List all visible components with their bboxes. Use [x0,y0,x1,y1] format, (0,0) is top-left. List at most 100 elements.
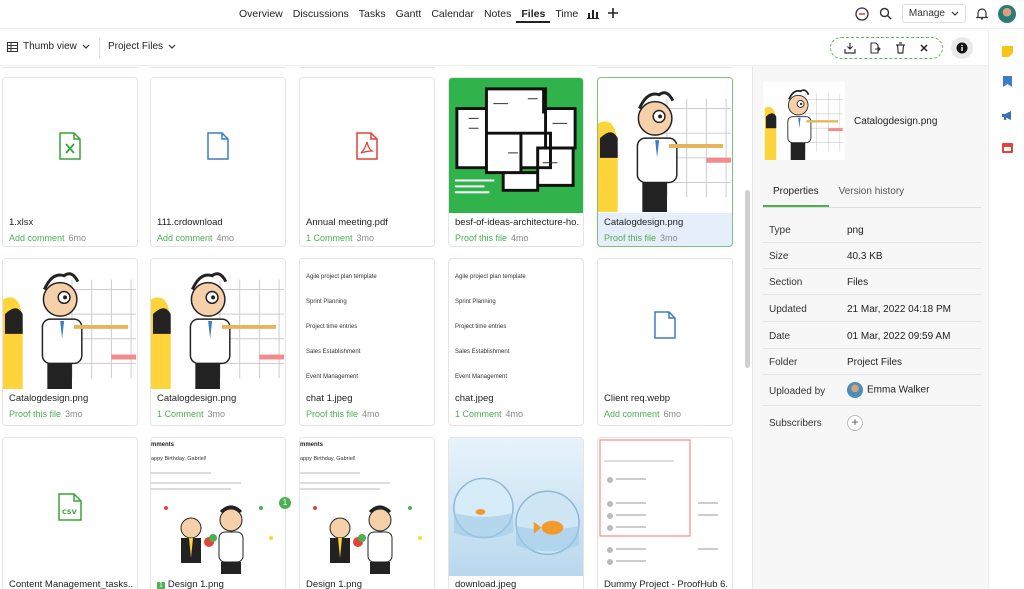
fishbowl-thumbnail [449,438,583,576]
file-action-link[interactable]: Proof this file [604,233,656,243]
file-icon [654,310,676,339]
manage-label: Manage [908,8,945,19]
file-action-link[interactable]: Proof this file [455,233,507,243]
file-action-link[interactable]: Proof this file [9,409,61,419]
property-key: Updated [769,304,807,315]
file-action-link[interactable]: 1 Comment [157,409,204,419]
download-icon[interactable] [844,42,856,54]
file-name: 1.xlsx [9,217,34,228]
tab-discussions[interactable]: Discussions [288,7,354,23]
chat-preview-item: Sprint Planning [306,299,347,305]
file-card[interactable]: Annual meeting.pdf 1 Comment 3mo [299,77,435,247]
file-name: Design 1.png [306,579,362,589]
file-card[interactable]: mments appy Birthday, Gabriel! 1 Design 1… [150,437,286,589]
tab-gantt[interactable]: Gantt [391,7,427,23]
uploader-name[interactable]: Emma Walker [867,385,929,396]
file-action-link[interactable]: Add comment [9,233,65,243]
tab-files[interactable]: Files [516,7,551,23]
bookmark-icon[interactable] [1002,76,1013,87]
file-card[interactable]: Agile project plan template Sprint Plann… [299,258,435,426]
chat-thumbnail: Agile project plan template Sprint Plann… [300,259,434,390]
file-card[interactable]: 111.crdownload Add comment 4mo [150,77,286,247]
file-card[interactable]: download.jpeg [448,437,584,589]
chat-preview-list: Agile project plan template Sprint Plann… [455,265,526,390]
file-age: 4mo [216,233,235,243]
property-value: png [847,225,864,236]
view-selector[interactable]: Thumb view [7,41,90,52]
add-tab-icon[interactable] [607,7,619,19]
file-grid: 1.xlsx Add comment 6mo 111.crdownload Add… [0,66,752,589]
user-avatar[interactable] [998,4,1016,23]
add-subscriber-button[interactable]: + [847,415,863,431]
calendar-icon[interactable] [1002,142,1013,153]
folder-selector[interactable]: Project Files [108,41,176,52]
tab-overview[interactable]: Overview [234,7,288,23]
file-action-link[interactable]: 1 Comment [455,409,502,419]
previous-row-edge [150,66,286,68]
note-icon[interactable] [1002,46,1013,57]
project-tabs: Overview Discussions Tasks Gantt Calenda… [234,7,623,23]
file-card[interactable]: Dummy Project - ProofHub 6... [597,437,733,589]
announcement-icon[interactable] [1002,110,1013,121]
tab-properties[interactable]: Properties [763,182,829,207]
property-key: Section [769,277,803,288]
file-action-link[interactable]: Proof this file [306,409,358,419]
file-action-link[interactable]: Add comment [157,233,213,243]
file-card[interactable]: Client req.webp Add comment 6mo [597,258,733,426]
property-value[interactable]: Project Files [847,357,902,368]
file-name: 111.crdownload [157,217,223,228]
tab-notes[interactable]: Notes [479,7,516,23]
chat-preview-item: Event Management [306,374,359,380]
tab-version-history[interactable]: Version history [829,182,915,207]
panel-tabs: Properties Version history [763,182,981,208]
grid-scrollbar[interactable] [745,190,750,368]
cartoon-thumbnail [3,259,137,390]
chat-preview-item: Sales Establishment [455,349,510,355]
file-name: besf-of-ideas-architecture-ho... [455,217,579,228]
file-name: chat 1.jpeg [306,393,353,404]
reports-icon[interactable] [587,7,600,19]
file-card[interactable]: Agile project plan template Sprint Plann… [448,258,584,426]
file-card[interactable]: Catalogdesign.png Proof this file 3mo [2,258,138,426]
selected-file-name: Catalogdesign.png [854,116,938,127]
tab-tasks[interactable]: Tasks [354,7,391,23]
file-name: Catalogdesign.png [157,393,237,404]
file-thumbnail [300,78,434,213]
file-card[interactable]: besf-of-ideas-architecture-ho... Proof t… [448,77,584,247]
property-value: Files [847,277,869,288]
bell-icon[interactable] [974,6,990,22]
file-card[interactable]: mments appy Birthday, Gabriel! Design 1.… [299,437,435,589]
property-key: Date [769,331,791,342]
property-row-updated: Updated 21 Mar, 2022 04:18 PM [763,296,981,322]
file-action-link[interactable]: 1 Comment [306,233,353,243]
chat-preview-item: Sprint Planning [455,299,496,305]
timer-icon[interactable] [854,6,870,22]
tab-calendar[interactable]: Calendar [426,7,479,23]
trash-icon[interactable] [895,42,906,54]
info-icon [956,42,968,54]
file-name: download.jpeg [455,579,517,589]
info-button[interactable] [951,37,973,59]
property-row-subscribers: Subscribers + [763,410,981,436]
file-card[interactable]: Catalogdesign.png 1 Comment 3mo [150,258,286,426]
close-icon[interactable] [919,43,929,53]
property-value: 40.3 KB [847,251,883,262]
search-icon[interactable] [878,6,894,22]
property-row-size: Size 40.3 KB [763,243,981,269]
move-file-icon[interactable] [869,42,882,54]
view-label: Thumb view [23,41,77,52]
birthday-heading: mments [151,442,175,448]
chevron-down-icon [82,44,90,49]
tab-time[interactable]: Time [550,7,583,23]
screenshot-thumbnail [598,438,732,576]
file-card[interactable]: CSV Content Management_tasks... [2,437,138,589]
file-card-selected[interactable]: Catalogdesign.png Proof this file 3mo [597,77,733,247]
chat-preview-item: Project time entries [306,324,358,330]
property-key: Type [769,225,791,236]
property-row-date: Date 01 Mar, 2022 09:59 AM [763,323,981,349]
manage-button[interactable]: Manage [901,4,966,23]
file-name: Dummy Project - ProofHub 6... [604,579,728,589]
file-action-link[interactable]: Add comment [604,409,660,419]
birthday-thumbnail: mments appy Birthday, Gabriel! [300,438,434,576]
file-card[interactable]: 1.xlsx Add comment 6mo [2,77,138,247]
